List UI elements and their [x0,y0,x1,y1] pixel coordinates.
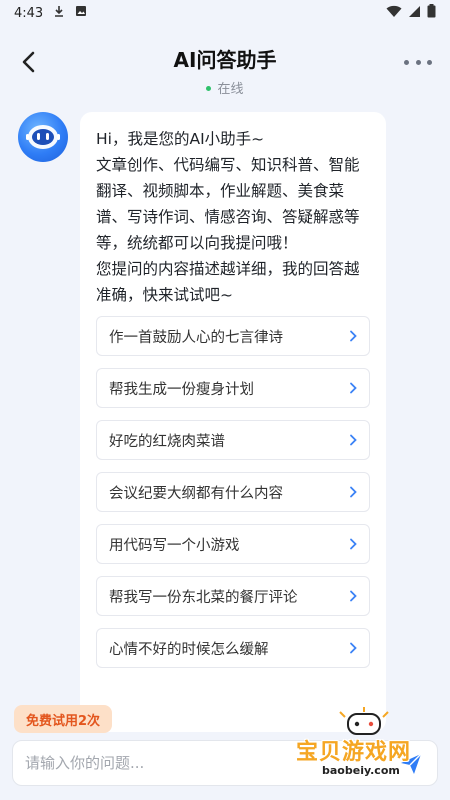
free-trial-badge: 免费试用2次 [14,705,113,733]
suggestion-list: 作一首鼓励人心的七言律诗 帮我生成一份瘦身计划 好吃的红烧肉菜谱 会议纪要大纲都… [96,316,370,668]
chevron-right-icon [349,330,357,342]
suggestion-label: 心情不好的时候怎么缓解 [109,641,269,658]
chevron-right-icon [349,382,357,394]
chevron-right-icon [349,642,357,654]
chevron-right-icon [349,590,357,602]
suggestion-item[interactable]: 作一首鼓励人心的七言律诗 [96,316,370,356]
chevron-right-icon [349,538,357,550]
online-status: 在线 [0,78,450,97]
assistant-message-bubble: Hi，我是您的AI小助手~ 文章创作、代码编写、知识科普、智能翻译、视频脚本，作… [80,112,386,732]
more-options-icon[interactable] [404,52,432,72]
status-bar: 4:43 [0,0,450,26]
send-icon[interactable] [399,752,423,776]
wifi-icon [386,5,402,22]
assistant-avatar [18,112,68,162]
greeting-text: Hi，我是您的AI小助手~ 文章创作、代码编写、知识科普、智能翻译、视频脚本，作… [96,130,360,304]
header: AI问答助手 在线 [0,30,450,102]
suggestion-item[interactable]: 心情不好的时候怎么缓解 [96,628,370,668]
signal-icon [408,5,421,22]
suggestion-item[interactable]: 帮我写一份东北菜的餐厅评论 [96,576,370,616]
question-input-bar [12,740,438,786]
robot-icon [26,125,60,149]
chevron-right-icon [349,486,357,498]
chevron-right-icon [349,434,357,446]
suggestion-label: 好吃的红烧肉菜谱 [109,433,225,450]
suggestion-item[interactable]: 好吃的红烧肉菜谱 [96,420,370,460]
battery-icon [427,4,436,22]
suggestion-item[interactable]: 帮我生成一份瘦身计划 [96,368,370,408]
question-input[interactable] [13,741,373,785]
page-title: AI问答助手 [173,48,277,72]
suggestion-label: 作一首鼓励人心的七言律诗 [109,329,283,346]
suggestion-item[interactable]: 会议纪要大纲都有什么内容 [96,472,370,512]
suggestion-label: 会议纪要大纲都有什么内容 [109,485,283,502]
image-icon [75,5,87,21]
online-dot-icon [206,86,212,91]
suggestion-label: 帮我写一份东北菜的餐厅评论 [109,589,298,606]
suggestion-label: 用代码写一个小游戏 [109,537,240,554]
online-status-label: 在线 [217,82,244,97]
suggestion-item[interactable]: 用代码写一个小游戏 [96,524,370,564]
download-icon [53,5,65,21]
suggestion-label: 帮我生成一份瘦身计划 [109,381,254,398]
status-time: 4:43 [14,5,44,21]
